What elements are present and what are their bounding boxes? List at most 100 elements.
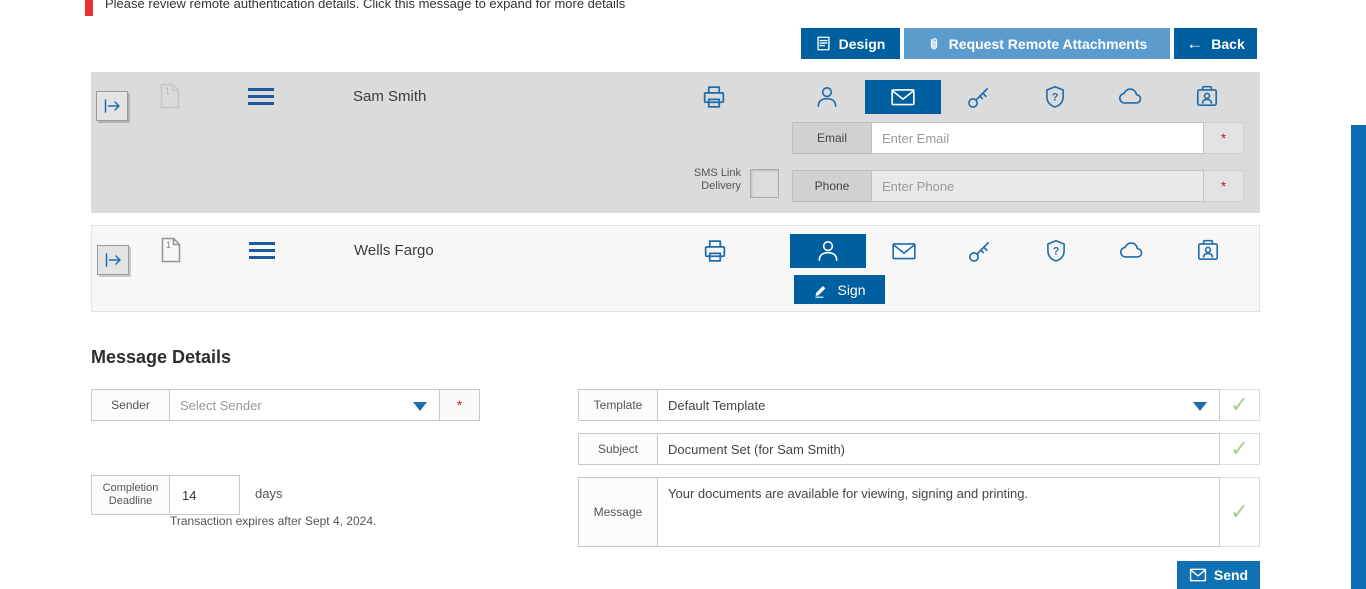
cloud-tile[interactable]: [1094, 234, 1170, 268]
expiry-note: Transaction expires after Sept 4, 2024.: [170, 514, 377, 528]
chevron-down-icon: [1193, 402, 1207, 411]
move-recipient-icon: [105, 253, 121, 267]
key-tile[interactable]: [942, 234, 1018, 268]
template-label: Template: [578, 389, 658, 421]
cloud-icon: [1120, 242, 1143, 258]
email-tile[interactable]: [865, 80, 941, 114]
sign-button-label: Sign: [837, 281, 866, 298]
person-icon: [817, 86, 837, 108]
right-panel-strip: [1351, 125, 1366, 589]
design-button[interactable]: Design: [801, 28, 900, 59]
message-label: Message: [578, 477, 658, 547]
recipient-name: Sam Smith: [353, 88, 427, 105]
template-valid-checkmark: ✓: [1220, 389, 1260, 421]
contact-card-icon: [1196, 85, 1218, 106]
sender-field-group: Sender Select Sender *: [91, 389, 480, 421]
completion-deadline-group: Completion Deadline: [91, 475, 240, 515]
phone-label: Phone: [792, 170, 872, 202]
recipient-menu-icon[interactable]: [249, 242, 275, 263]
template-dropdown[interactable]: Default Template: [658, 389, 1220, 421]
person-tile[interactable]: [789, 80, 865, 114]
email-label: Email: [792, 122, 872, 154]
move-recipient-button[interactable]: [97, 245, 129, 275]
notice-banner[interactable]: Please review remote authentication deta…: [85, 0, 1260, 16]
message-textarea[interactable]: Your documents are available for viewing…: [658, 477, 1220, 547]
print-icon[interactable]: [701, 237, 729, 270]
back-button[interactable]: ← Back: [1174, 28, 1257, 59]
sms-link-delivery-label: SMS Link Delivery: [651, 167, 741, 193]
sender-required-marker: *: [440, 389, 480, 421]
key-tile[interactable]: [941, 80, 1017, 114]
subject-input[interactable]: [658, 433, 1220, 465]
sender-dropdown-value: Select Sender: [180, 397, 262, 413]
print-icon[interactable]: [700, 83, 728, 116]
send-envelope-icon: [1189, 568, 1207, 582]
toolbar: Design Request Remote Attachments ← Back: [801, 28, 1257, 59]
request-remote-attachments-label: Request Remote Attachments: [948, 35, 1148, 52]
message-valid-checkmark: ✓: [1220, 477, 1260, 547]
completion-label-line1: Completion: [102, 482, 159, 494]
cloud-tile[interactable]: [1093, 80, 1169, 114]
envelope-icon: [892, 243, 916, 260]
message-details-heading: Message Details: [91, 347, 232, 367]
subject-valid-checkmark: ✓: [1220, 433, 1260, 465]
document-page-icon: 1: [161, 237, 181, 268]
delivery-method-tiles: ?: [789, 80, 1245, 114]
contact-card-tile[interactable]: [1169, 80, 1245, 114]
move-recipient-icon: [104, 99, 120, 113]
completion-deadline-label: Completion Deadline: [91, 475, 170, 515]
notice-text: Please review remote authentication deta…: [105, 0, 626, 11]
page: Please review remote authentication deta…: [0, 0, 1366, 589]
phone-field-row: Phone *: [792, 170, 1244, 202]
shield-question-tile[interactable]: ?: [1018, 234, 1094, 268]
email-required-marker: *: [1204, 122, 1244, 154]
subject-label: Subject: [578, 433, 658, 465]
sender-dropdown[interactable]: Select Sender: [170, 389, 440, 421]
send-button[interactable]: Send: [1177, 561, 1260, 589]
phone-required-marker: *: [1204, 170, 1244, 202]
email-tile[interactable]: [866, 234, 942, 268]
template-dropdown-value: Default Template: [668, 397, 766, 413]
message-field-group: Message Your documents are available for…: [578, 477, 1260, 547]
document-order-number: 1: [166, 240, 171, 250]
email-field-row: Email *: [792, 122, 1244, 154]
contact-card-icon: [1197, 239, 1219, 260]
person-icon: [818, 240, 838, 262]
person-tile[interactable]: [790, 234, 866, 268]
cloud-icon: [1119, 88, 1142, 104]
sender-label: Sender: [91, 389, 170, 421]
key-icon: [969, 242, 989, 262]
request-remote-attachments-button[interactable]: Request Remote Attachments: [904, 28, 1170, 59]
days-label: days: [255, 486, 283, 501]
move-recipient-button[interactable]: [96, 91, 128, 121]
recipient-name: Wells Fargo: [354, 242, 434, 259]
sms-link-delivery-checkbox[interactable]: [750, 169, 779, 198]
completion-deadline-input[interactable]: [170, 475, 240, 515]
sms-label-line1: SMS Link: [693, 167, 741, 179]
shield-question-tile[interactable]: ?: [1017, 80, 1093, 114]
send-button-label: Send: [1213, 567, 1249, 583]
recipient-menu-icon[interactable]: [248, 88, 274, 109]
svg-text:?: ?: [1053, 245, 1060, 257]
recipient-row-sam-smith: 1 Sam Smith ? Email Enter Email * SMS Li…: [91, 72, 1260, 213]
subject-field-group: Subject ✓: [578, 433, 1260, 465]
design-button-label: Design: [838, 35, 886, 52]
completion-label-line2: Deadline: [108, 495, 153, 507]
shield-question-icon: ?: [1046, 85, 1064, 108]
document-design-icon: [817, 36, 830, 51]
svg-text:?: ?: [1052, 91, 1059, 103]
shield-question-icon: ?: [1047, 239, 1065, 262]
back-arrow-icon: ←: [1186, 34, 1204, 53]
sign-button[interactable]: Sign: [794, 275, 885, 304]
paperclip-icon: [930, 37, 937, 49]
phone-input[interactable]: [872, 170, 1204, 202]
template-field-group: Template Default Template ✓: [578, 389, 1260, 421]
document-order-number: 1: [165, 86, 170, 96]
contact-card-tile[interactable]: [1170, 234, 1246, 268]
email-input[interactable]: [872, 122, 1204, 154]
pen-icon: [815, 285, 826, 298]
sms-label-line2: Delivery: [701, 180, 741, 192]
document-page-icon: 1: [160, 83, 180, 114]
back-button-label: Back: [1211, 35, 1245, 52]
chevron-down-icon: [413, 402, 427, 411]
